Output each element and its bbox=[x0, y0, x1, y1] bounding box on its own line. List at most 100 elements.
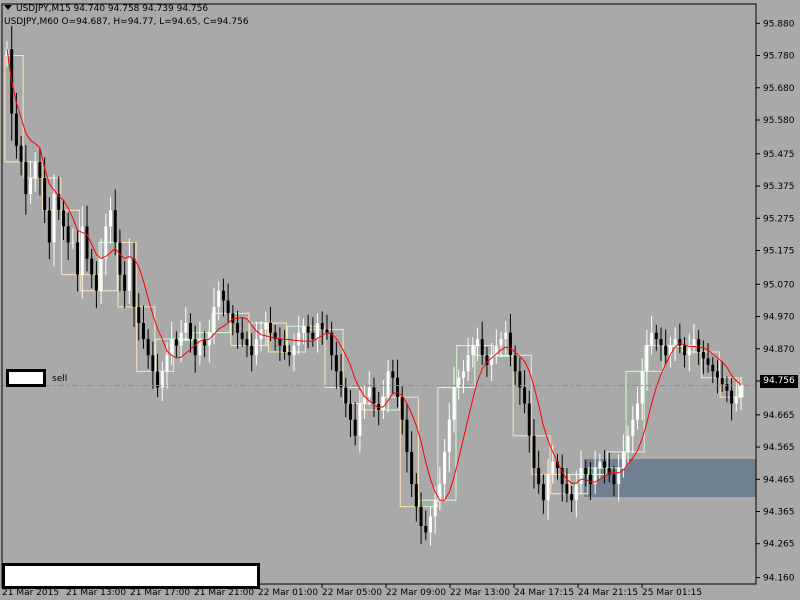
price-axis-label: 95.275 bbox=[763, 214, 795, 224]
candle-body bbox=[645, 345, 649, 372]
time-axis-label: 21 Mar 13:00 bbox=[66, 588, 126, 598]
candle-body bbox=[320, 323, 324, 330]
dropdown-triangle-icon[interactable] bbox=[4, 5, 12, 10]
candle-body bbox=[137, 306, 141, 323]
candle-body bbox=[471, 345, 475, 356]
candle-body bbox=[179, 332, 183, 346]
candle-body bbox=[165, 355, 169, 372]
price-axis-label: 95.070 bbox=[763, 280, 795, 290]
price-axis-label: 94.970 bbox=[763, 313, 795, 323]
time-axis-label: 21 Mar 17:00 bbox=[130, 588, 190, 598]
candle-body bbox=[541, 484, 545, 501]
candle-body bbox=[706, 358, 710, 365]
candle-body bbox=[76, 242, 80, 275]
candle-body bbox=[113, 210, 117, 243]
candle-body bbox=[588, 474, 592, 485]
candle-body bbox=[94, 274, 98, 291]
candle-body bbox=[250, 345, 254, 356]
candle-body bbox=[424, 526, 428, 533]
candle-body bbox=[701, 352, 705, 359]
price-axis-label: 95.175 bbox=[763, 247, 795, 257]
symbol-header-m15: USDJPY,M15 94.740 94.758 94.739 94.756 bbox=[4, 4, 208, 15]
candle-body bbox=[603, 461, 607, 468]
candle-body bbox=[38, 161, 42, 178]
time-axis-label: 25 Mar 01:15 bbox=[642, 588, 702, 598]
price-axis-label: 95.780 bbox=[763, 52, 795, 62]
candle-body bbox=[240, 332, 244, 340]
sell-input-box[interactable] bbox=[6, 369, 46, 387]
header-line-2: USDJPY,M60 O=94.687, H=94.77, L=94.65, C… bbox=[4, 17, 249, 27]
candle-body bbox=[367, 387, 371, 398]
candle-body bbox=[452, 387, 456, 420]
candle-body bbox=[292, 345, 296, 356]
candle-body bbox=[118, 242, 122, 275]
candle-body bbox=[109, 210, 113, 227]
chart-area[interactable]: 95.880 95.780 95.680 95.580 95.475 95.375 95.2… bbox=[0, 0, 800, 600]
candle-body bbox=[504, 332, 508, 340]
candle-body bbox=[221, 290, 225, 301]
candle-body bbox=[598, 461, 602, 468]
time-axis-label: 22 Mar 09:00 bbox=[386, 588, 446, 598]
candle-body bbox=[212, 306, 216, 333]
candle-body bbox=[410, 451, 414, 485]
candle-body bbox=[400, 397, 404, 420]
candle-body bbox=[29, 178, 33, 195]
candle-body bbox=[650, 332, 654, 346]
candle-body bbox=[226, 300, 230, 314]
candle-body bbox=[635, 403, 639, 420]
candle-body bbox=[52, 194, 56, 243]
time-axis-label: 22 Mar 05:00 bbox=[322, 588, 382, 598]
candle-body bbox=[405, 419, 409, 452]
time-axis-label: 24 Mar 17:15 bbox=[514, 588, 574, 598]
candle-body bbox=[720, 377, 724, 385]
price-axis-label: 94.665 bbox=[763, 411, 795, 421]
candle-body bbox=[527, 403, 531, 436]
candle-body bbox=[570, 493, 574, 501]
candle-body bbox=[574, 484, 578, 501]
candle-body bbox=[174, 339, 178, 346]
candle-body bbox=[730, 390, 734, 404]
candle-body bbox=[447, 419, 451, 452]
time-axis-label: 21 Mar 2015 bbox=[2, 588, 59, 598]
candle-body bbox=[739, 385, 743, 398]
candle-body bbox=[193, 339, 197, 356]
candle-body bbox=[476, 339, 480, 346]
candle-body bbox=[626, 435, 630, 452]
candle-body bbox=[386, 371, 390, 398]
candle-body bbox=[231, 313, 235, 323]
price-axis-label: 95.580 bbox=[763, 116, 795, 126]
candle-body bbox=[697, 339, 701, 352]
candle-body bbox=[433, 500, 437, 517]
candle-body bbox=[151, 355, 155, 372]
candle-body bbox=[461, 371, 465, 378]
candle-body bbox=[61, 210, 65, 227]
candle-body bbox=[141, 323, 145, 340]
price-axis-label: 94.565 bbox=[763, 443, 795, 453]
candle-body bbox=[358, 403, 362, 436]
bottom-input-box[interactable] bbox=[2, 563, 260, 589]
candle-body bbox=[189, 323, 192, 340]
candle-body bbox=[297, 332, 301, 346]
candle-body bbox=[659, 339, 663, 346]
price-axis-label: 94.160 bbox=[763, 574, 795, 584]
candle-body bbox=[443, 451, 447, 485]
candle-body bbox=[513, 355, 517, 372]
candle-body bbox=[734, 397, 738, 404]
candle-body bbox=[565, 484, 569, 494]
candle-body bbox=[631, 419, 635, 436]
price-axis-label: 94.870 bbox=[763, 345, 795, 355]
candle-body bbox=[80, 226, 84, 275]
candle-body bbox=[414, 484, 418, 507]
candle-body bbox=[683, 345, 687, 356]
candle-body bbox=[664, 345, 668, 356]
candle-body bbox=[334, 355, 338, 372]
candle-body bbox=[673, 339, 677, 346]
price-axis-label: 94.265 bbox=[763, 540, 795, 550]
price-axis-label: 95.375 bbox=[763, 182, 795, 192]
candle-body bbox=[579, 468, 583, 485]
candle-body bbox=[90, 258, 94, 275]
candle-body bbox=[123, 274, 127, 291]
price-chart[interactable]: 95.880 95.780 95.680 95.580 95.475 95.375 95.2… bbox=[0, 0, 800, 600]
m60-candle-box bbox=[493, 354, 513, 357]
candle-body bbox=[316, 323, 320, 340]
